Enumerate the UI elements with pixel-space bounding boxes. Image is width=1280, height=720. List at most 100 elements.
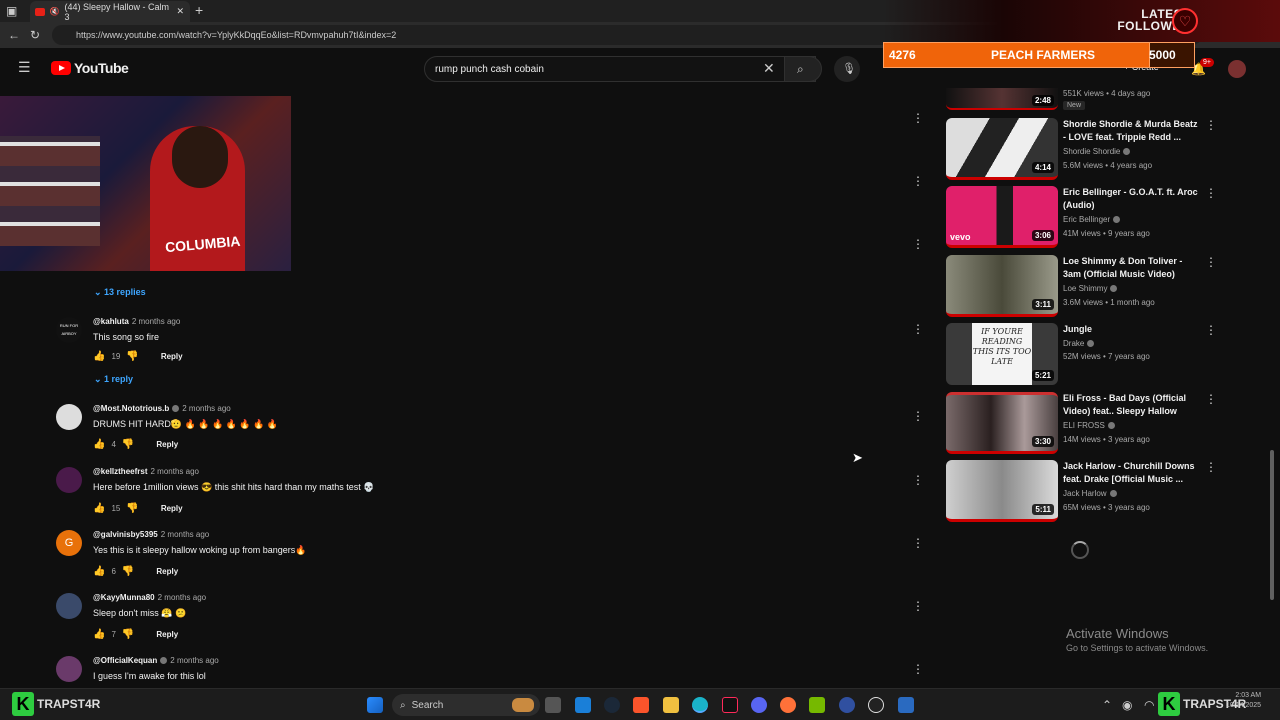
reply-button[interactable]: Reply [156, 630, 178, 639]
clear-search-icon[interactable]: ✕ [763, 61, 775, 75]
comment-author[interactable]: @Most.Nototrious.b [93, 404, 169, 413]
replies-toggle[interactable]: ⌄ 1 reply [94, 374, 133, 385]
comment-time[interactable]: 2 months ago [132, 317, 180, 326]
edge-icon[interactable] [692, 697, 708, 713]
video-thumbnail[interactable]: vevo 3:06 [946, 186, 1058, 248]
comment-menu-icon[interactable]: ⋮ [912, 536, 924, 550]
search-button[interactable]: ⌕ [784, 56, 822, 82]
video-menu-icon[interactable]: ⋮ [1205, 186, 1217, 200]
start-icon[interactable] [367, 697, 383, 713]
comment-time[interactable]: 2 months ago [182, 404, 230, 413]
nvidia-icon[interactable] [809, 697, 825, 713]
back-icon[interactable]: ← [8, 28, 20, 42]
video-menu-icon[interactable]: ⋮ [1205, 255, 1217, 269]
scrollbar-thumb[interactable] [1270, 450, 1274, 600]
comment-author[interactable]: @OfficialKequan [93, 656, 157, 665]
comment-author[interactable]: @KayyMunna80 [93, 593, 155, 602]
video-channel[interactable]: Drake [1063, 339, 1095, 348]
related-video[interactable]: vevo 3:06 Eric Bellinger - G.O.A.T. ft. … [946, 186, 1221, 250]
like-icon[interactable]: 👍 [93, 566, 105, 577]
app-icon[interactable] [839, 697, 855, 713]
brave-icon[interactable] [633, 697, 649, 713]
comment-menu-icon[interactable]: ⋮ [912, 237, 924, 251]
voice-search-button[interactable]: 🎙 [834, 56, 860, 82]
related-video[interactable]: 2:48 551K views • 4 days ago New [946, 88, 1221, 113]
tiktok-icon[interactable] [722, 697, 738, 713]
video-thumbnail[interactable]: 3:11 [946, 255, 1058, 317]
youtube-logo[interactable]: YouTube [51, 60, 129, 76]
obs-icon[interactable] [868, 697, 884, 713]
dislike-icon[interactable]: 👎 [122, 566, 134, 577]
comment-author[interactable]: @galvinisby5395 [93, 530, 158, 539]
comment-time[interactable]: 2 months ago [161, 530, 209, 539]
reply-button[interactable]: Reply [161, 504, 183, 513]
comment-time[interactable]: 2 months ago [170, 656, 218, 665]
dislike-icon[interactable]: 👎 [122, 629, 134, 640]
commenter-avatar[interactable]: G [56, 530, 82, 556]
comment-author[interactable]: @kellztheefrst [93, 467, 147, 476]
comment-menu-icon[interactable]: ⋮ [912, 322, 924, 336]
video-thumbnail[interactable]: IF YOURE READING THIS ITS TOO LATE 5:21 [946, 323, 1058, 385]
related-video[interactable]: 3:11 Loe Shimmy & Don Toliver - 3am (Off… [946, 255, 1221, 319]
like-icon[interactable]: 👍 [93, 629, 105, 640]
video-channel[interactable]: Eric Bellinger [1063, 215, 1121, 224]
video-menu-icon[interactable]: ⋮ [1205, 460, 1217, 474]
comment-time[interactable]: 2 months ago [158, 593, 206, 602]
comment-menu-icon[interactable]: ⋮ [912, 409, 924, 423]
like-icon[interactable]: 👍 [93, 351, 105, 362]
task-view-icon[interactable] [545, 697, 561, 713]
related-video[interactable]: 3:30 Eli Fross - Bad Days (Official Vide… [946, 392, 1221, 456]
comment-menu-icon[interactable]: ⋮ [912, 599, 924, 613]
file-explorer-icon[interactable] [663, 697, 679, 713]
comment-menu-icon[interactable]: ⋮ [912, 111, 924, 125]
tray-chevron-icon[interactable]: ⌃ [1102, 698, 1112, 712]
video-channel[interactable]: Jack Harlow [1063, 489, 1117, 498]
video-title[interactable]: Eli Fross - Bad Days (Official Video) fe… [1063, 392, 1198, 418]
tab-active[interactable]: 🔇 (44) Sleepy Hallow - Calm 3 ✕ [30, 1, 190, 22]
related-video[interactable]: 5:11 Jack Harlow - Churchill Downs feat.… [946, 460, 1221, 524]
video-thumbnail[interactable]: 3:30 [946, 392, 1058, 454]
discord-icon[interactable] [751, 697, 767, 713]
related-video[interactable]: IF YOURE READING THIS ITS TOO LATE 5:21 … [946, 323, 1221, 387]
tab-actions-icon[interactable]: ▣ [6, 4, 17, 18]
video-title[interactable]: Loe Shimmy & Don Toliver - 3am (Official… [1063, 255, 1198, 281]
video-thumbnail[interactable]: 5:11 [946, 460, 1058, 522]
like-icon[interactable]: 👍 [93, 503, 105, 514]
video-title[interactable]: Eric Bellinger - G.O.A.T. ft. Aroc (Audi… [1063, 186, 1198, 212]
new-tab-icon[interactable]: + [195, 3, 203, 17]
firefox-icon[interactable] [780, 697, 796, 713]
wifi-icon[interactable]: ◠ [1144, 698, 1154, 712]
steam-tray-icon[interactable]: ◉ [1122, 698, 1132, 712]
replies-toggle[interactable]: ⌄ 13 replies [94, 287, 146, 298]
video-thumbnail[interactable]: 2:48 [946, 88, 1058, 110]
video-title[interactable]: Jungle [1063, 323, 1198, 336]
commenter-avatar[interactable]: RUN FOR AIRBOY [56, 317, 82, 343]
dislike-icon[interactable]: 👎 [126, 351, 138, 362]
search-input[interactable]: rump punch cash cobain [424, 56, 816, 82]
dislike-icon[interactable]: 👎 [126, 503, 138, 514]
video-thumbnail[interactable]: 4:14 [946, 118, 1058, 180]
video-menu-icon[interactable]: ⋮ [1205, 392, 1217, 406]
reply-button[interactable]: Reply [161, 352, 183, 361]
commenter-avatar[interactable] [56, 404, 82, 430]
commenter-avatar[interactable] [56, 656, 82, 682]
commenter-avatar[interactable] [56, 593, 82, 619]
comment-author[interactable]: @kahluta [93, 317, 129, 326]
reply-button[interactable]: Reply [156, 567, 178, 576]
video-title[interactable]: Jack Harlow - Churchill Downs feat. Drak… [1063, 460, 1198, 486]
comment-menu-icon[interactable]: ⋮ [912, 662, 924, 676]
taskbar-clock[interactable]: 2:03 AM 10/14/2025 [1226, 691, 1261, 711]
reply-button[interactable]: Reply [156, 440, 178, 449]
video-channel[interactable]: ELI FROSS [1063, 421, 1115, 430]
tab-close-icon[interactable]: ✕ [176, 6, 184, 17]
comment-time[interactable]: 2 months ago [150, 467, 198, 476]
stream-app-icon[interactable] [898, 697, 914, 713]
video-channel[interactable]: Shordie Shordie [1063, 147, 1131, 156]
reload-icon[interactable]: ↻ [30, 28, 40, 42]
menu-icon[interactable]: ☰ [18, 60, 31, 74]
video-menu-icon[interactable]: ⋮ [1205, 323, 1217, 337]
video-title[interactable]: Shordie Shordie & Murda Beatz - LOVE fea… [1063, 118, 1198, 144]
dislike-icon[interactable]: 👎 [122, 439, 134, 450]
tab-audio-icon[interactable]: 🔇 [50, 7, 60, 16]
comment-menu-icon[interactable]: ⋮ [912, 174, 924, 188]
